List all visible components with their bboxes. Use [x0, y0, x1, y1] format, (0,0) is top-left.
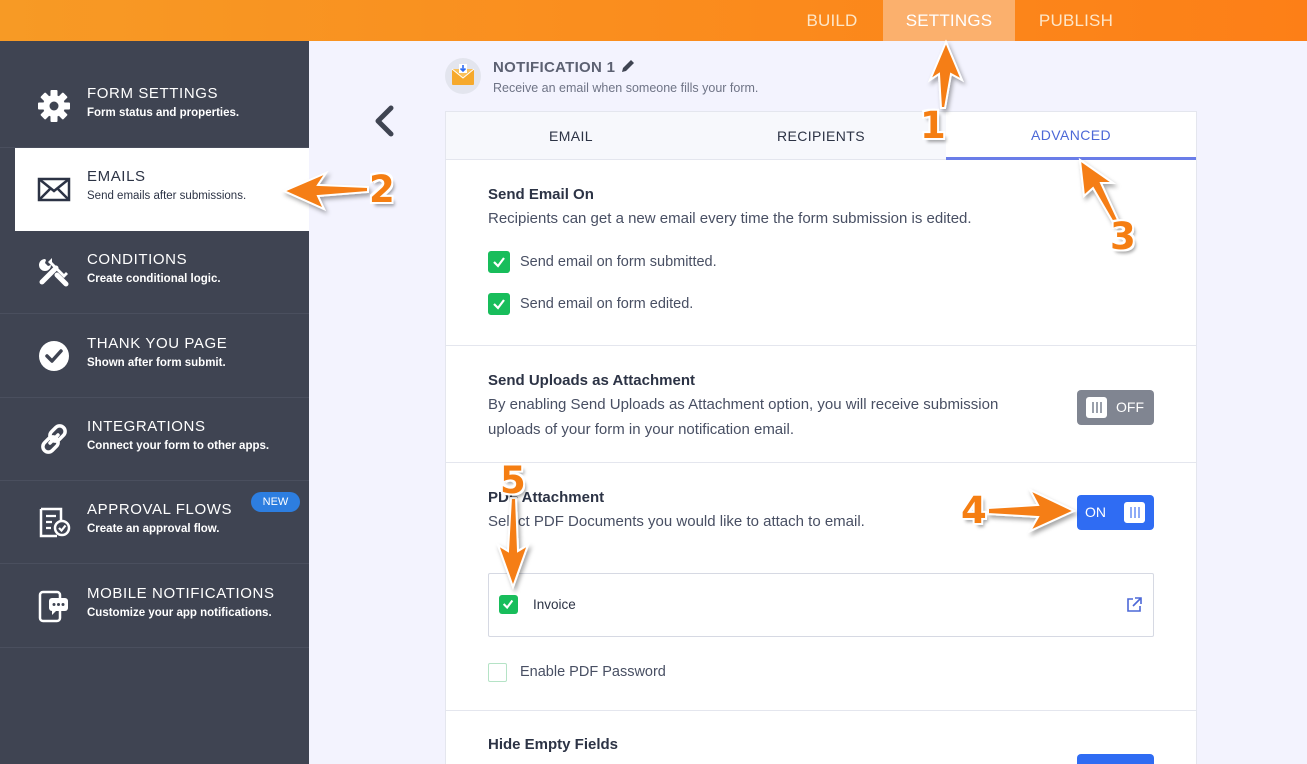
sidebar-item-subtitle: Form status and properties. [87, 107, 240, 119]
tab-build[interactable]: BUILD [781, 0, 883, 41]
sidebar-item-title: CONDITIONS [87, 251, 188, 268]
section-description: By enabling Send Uploads as Attachment o… [488, 396, 999, 413]
envelope-icon [37, 177, 71, 202]
sidebar-item-thank-you-page[interactable]: THANK YOU PAGE Shown after form submit. [0, 315, 309, 398]
notification-subtitle: Receive an email when someone fills your… [493, 81, 759, 95]
annotation-number-5: 5 [500, 459, 526, 502]
section-pdf-attachment: PDF Attachment Select PDF Documents you … [446, 463, 1196, 711]
annotation-number-2: 2 [369, 168, 395, 211]
sidebar-item-mobile-notifications[interactable]: MOBILE NOTIFICATIONS Customize your app … [0, 565, 309, 648]
approval-icon [39, 507, 71, 538]
sidebar-item-title: EMAILS [87, 168, 146, 185]
tab-settings[interactable]: SETTINGS [883, 0, 1015, 41]
toggle-knob [1124, 502, 1145, 523]
sidebar-item-subtitle: Shown after form submit. [87, 357, 226, 369]
checkbox-label: Send email on form submitted. [520, 254, 717, 270]
section-description: uploads of your form in your notificatio… [488, 421, 794, 438]
toggle-hide-empty-fields[interactable] [1077, 754, 1154, 764]
annotation-number-1: 1 [920, 104, 946, 147]
sidebar-item-title: MOBILE NOTIFICATIONS [87, 585, 275, 602]
checkbox-form-submitted[interactable] [488, 251, 510, 273]
gear-icon [38, 90, 70, 122]
pdf-document-item: Invoice [488, 573, 1154, 637]
section-description: Recipients can get a new email every tim… [488, 210, 972, 227]
toggle-pdf-attachment[interactable]: ON [1077, 495, 1154, 530]
toggle-label: ON [1085, 504, 1106, 520]
notification-tabs: EMAIL RECIPIENTS ADVANCED [446, 112, 1196, 160]
pdf-document-label: Invoice [533, 597, 576, 612]
sidebar-item-title: THANK YOU PAGE [87, 335, 228, 352]
tab-email[interactable]: EMAIL [446, 112, 696, 160]
sidebar-item-title: APPROVAL FLOWS [87, 501, 233, 518]
sidebar-item-subtitle: Connect your form to other apps. [87, 440, 270, 452]
notification-title: NOTIFICATION 1 [493, 59, 616, 76]
sidebar-item-subtitle: Customize your app notifications. [87, 607, 272, 619]
new-badge: NEW [251, 492, 300, 512]
link-icon [41, 424, 67, 454]
sidebar-item-form-settings[interactable]: FORM SETTINGS Form status and properties… [0, 65, 309, 148]
sidebar-item-subtitle: Send emails after submissions. [87, 190, 247, 202]
toggle-knob [1086, 397, 1107, 418]
top-bar: BUILD SETTINGS PUBLISH [0, 0, 1307, 41]
chevron-left-icon[interactable] [372, 104, 396, 138]
sidebar-item-title: INTEGRATIONS [87, 418, 206, 435]
check-icon [502, 599, 514, 610]
tab-recipients[interactable]: RECIPIENTS [696, 112, 946, 160]
mail-download-icon [451, 64, 475, 85]
checkbox-form-edited[interactable] [488, 293, 510, 315]
toggle-send-uploads[interactable]: OFF [1077, 390, 1154, 425]
toggle-label: OFF [1116, 399, 1144, 415]
external-link-icon[interactable] [1125, 596, 1143, 614]
section-title: Send Email On [488, 186, 594, 203]
notification-avatar [445, 58, 481, 94]
section-send-uploads: Send Uploads as Attachment By enabling S… [446, 346, 1196, 463]
sidebar-item-integrations[interactable]: INTEGRATIONS Connect your form to other … [0, 398, 309, 481]
tab-publish[interactable]: PUBLISH [1015, 0, 1137, 41]
checkbox-invoice[interactable] [499, 595, 518, 614]
mobile-chat-icon [38, 590, 68, 623]
section-description: Select PDF Documents you would like to a… [488, 513, 865, 530]
sidebar-item-subtitle: Create an approval flow. [87, 523, 220, 535]
checkbox-label: Enable PDF Password [520, 664, 666, 680]
section-send-email-on: Send Email On Recipients can get a new e… [446, 160, 1196, 346]
section-hide-empty-fields: Hide Empty Fields [446, 711, 1196, 764]
tab-advanced[interactable]: ADVANCED [946, 112, 1196, 160]
sidebar-item-title: FORM SETTINGS [87, 85, 219, 102]
check-icon [493, 257, 505, 268]
section-title: Send Uploads as Attachment [488, 372, 695, 389]
sidebar-item-emails[interactable]: EMAILS Send emails after submissions. [15, 148, 309, 231]
section-title: Hide Empty Fields [488, 736, 619, 753]
check-circle-icon [39, 341, 69, 371]
annotation-number-4: 4 [961, 489, 987, 532]
checkbox-label: Send email on form edited. [520, 296, 694, 312]
pencil-icon[interactable] [620, 58, 636, 74]
tools-icon [39, 258, 69, 287]
notification-panel: EMAIL RECIPIENTS ADVANCED Send Email On … [445, 111, 1197, 764]
checkbox-pdf-password[interactable] [488, 663, 507, 682]
sidebar-item-conditions[interactable]: CONDITIONS Create conditional logic. [0, 231, 309, 314]
check-icon [493, 299, 505, 310]
annotation-number-3: 3 [1110, 215, 1136, 258]
sidebar-item-subtitle: Create conditional logic. [87, 273, 221, 285]
